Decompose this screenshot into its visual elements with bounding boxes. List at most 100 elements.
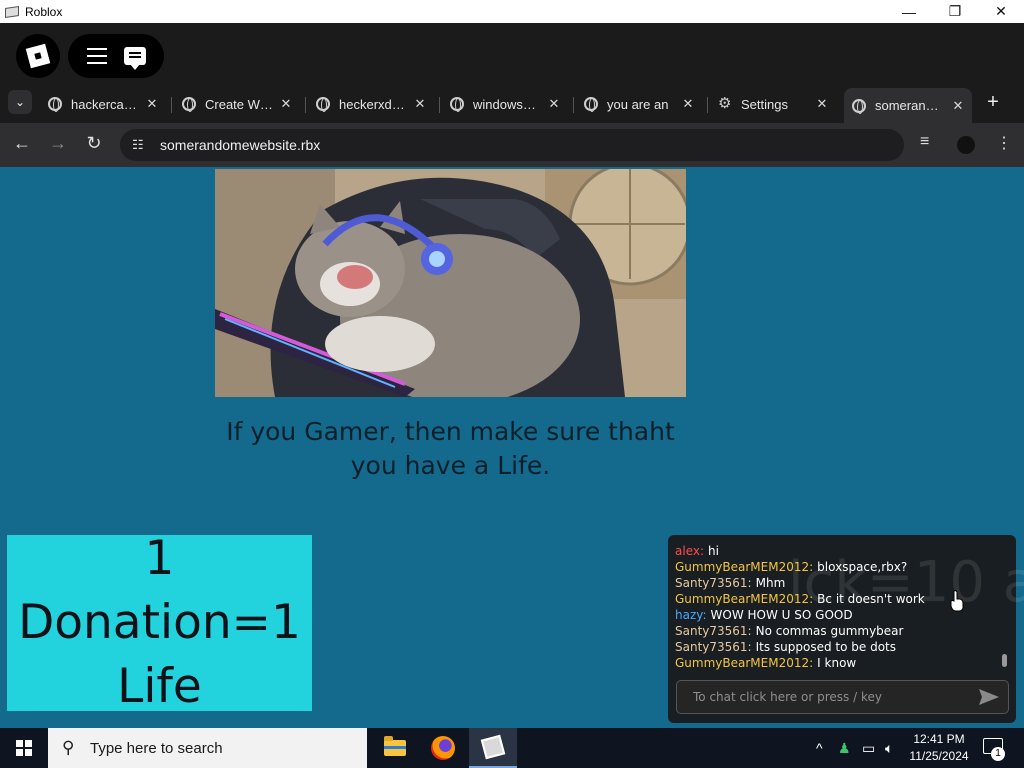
donation-banner: 1 Donation=1 Life (7, 531, 312, 714)
taskbar-clock[interactable]: 12:41 PM 11/25/2024 (906, 731, 972, 765)
tab-close-icon[interactable]: ✕ (412, 96, 428, 112)
roblox-app-icon (5, 5, 19, 18)
chat-input-box[interactable] (676, 680, 1009, 714)
tab-separator (439, 97, 440, 113)
hamburger-menu-icon[interactable] (86, 48, 107, 64)
chat-scrollbar[interactable] (1002, 654, 1007, 667)
clock-date: 11/25/2024 (909, 749, 969, 763)
chat-input-field[interactable] (677, 690, 978, 704)
globe-icon (450, 97, 464, 112)
browser-toolbar: ← → ↻ ☷ somerandomewebsite.rbx ≡ ⋮ (0, 123, 1024, 167)
firefox-taskbar-button[interactable] (419, 728, 467, 768)
tab-somerandom-active[interactable]: someran… ✕ (844, 88, 972, 123)
chat-username[interactable]: Santy73561: (675, 576, 752, 590)
tab-separator (707, 97, 708, 113)
tab-label: Create W… (205, 96, 273, 112)
chat-text: No commas gummybear (755, 624, 904, 638)
roblox-controls-pill (68, 34, 164, 78)
chat-text: hi (708, 544, 719, 558)
gamer-cat-image (215, 169, 686, 397)
chat-username[interactable]: hazy: (675, 608, 707, 622)
more-menu-icon[interactable]: ⋮ (996, 133, 1012, 153)
new-tab-plus-icon[interactable]: + (982, 91, 1004, 114)
chat-message: GummyBearMEM2012: bloxspace,rbx? (675, 559, 1001, 575)
window-title: Roblox (25, 4, 63, 19)
globe-icon (182, 97, 196, 112)
tab-search-dropdown-icon[interactable]: ⌄ (8, 90, 32, 114)
address-bar[interactable]: ☷ somerandomewebsite.rbx (120, 129, 904, 161)
chat-username[interactable]: GummyBearMEM2012: (675, 592, 813, 606)
chat-username[interactable]: GummyBearMEM2012: (675, 656, 813, 670)
chat-message: GummyBearMEM2012: I know (675, 655, 1001, 671)
chat-message: alex: hi (675, 543, 1001, 559)
tab-close-icon[interactable]: ✕ (950, 98, 966, 114)
chat-text: WOW HOW U SO GOOD (710, 608, 853, 622)
windows-taskbar: ⚲ Type here to search ^ ♟ ▭ 🔈︎ 12:41 PM … (0, 728, 1024, 768)
send-icon[interactable] (978, 688, 1000, 706)
url-text: somerandomewebsite.rbx (160, 137, 321, 153)
firefox-icon (431, 736, 455, 760)
network-icon[interactable]: ▭ (862, 728, 875, 768)
reload-icon[interactable]: ↻ (83, 133, 105, 154)
volume-icon[interactable]: 🔈︎ (885, 728, 893, 768)
chat-message: Santy73561: No commas gummybear (675, 623, 1001, 639)
roblox-menu-button[interactable] (16, 34, 60, 78)
chat-username[interactable]: Santy73561: (675, 624, 752, 638)
media-controls-icon[interactable]: ≡ (920, 133, 929, 151)
minimize-button[interactable]: — (886, 0, 932, 23)
globe-icon (48, 97, 62, 112)
hand-cursor-icon (950, 590, 964, 612)
tab-close-icon[interactable]: ✕ (680, 96, 696, 112)
tab-close-icon[interactable]: ✕ (278, 96, 294, 112)
window-title-bar: Roblox — ❐ ✕ (0, 0, 1024, 23)
page-caption: If you Gamer, then make sure thaht you h… (226, 417, 675, 480)
show-hidden-icons-chevron[interactable]: ^ (816, 728, 823, 768)
restore-button[interactable]: ❐ (932, 0, 978, 23)
chat-text: Bc it doesn't work (817, 592, 925, 606)
tab-heckerxd[interactable]: heckerxd… ✕ (308, 88, 434, 120)
forward-arrow-icon[interactable]: → (47, 133, 69, 154)
tab-separator (305, 97, 306, 113)
globe-icon (316, 97, 330, 112)
profile-avatar-icon[interactable] (957, 136, 975, 154)
roblox-icon (480, 734, 506, 760)
tab-label: windows… (473, 96, 536, 112)
chat-toggle-icon[interactable] (123, 47, 146, 70)
tab-windows[interactable]: windows… ✕ (442, 88, 568, 120)
taskbar-search-box[interactable]: ⚲ Type here to search (48, 728, 367, 768)
tab-label: hackerca… (71, 96, 137, 112)
chat-text: Its supposed to be dots (755, 640, 897, 654)
windows-logo-icon (16, 740, 32, 756)
user-status-icon[interactable]: ♟ (838, 728, 851, 768)
tab-close-icon[interactable]: ✕ (814, 96, 830, 112)
folder-icon (384, 736, 406, 756)
tab-settings[interactable]: ⚙ Settings ✕ (710, 88, 836, 120)
clock-time: 12:41 PM (913, 732, 965, 746)
roblox-taskbar-button[interactable] (469, 728, 517, 768)
tab-close-icon[interactable]: ✕ (144, 96, 160, 112)
file-explorer-taskbar-button[interactable] (371, 728, 419, 768)
chat-username[interactable]: alex: (675, 544, 704, 558)
tab-separator (171, 97, 172, 113)
tab-label: heckerxd… (339, 96, 405, 112)
chat-username[interactable]: Santy73561: (675, 640, 752, 654)
tab-separator (573, 97, 574, 113)
chat-message: Santy73561: Mhm (675, 575, 1001, 591)
roblox-chat-window: lck=10 aura alex:hi GummyBearMEM2012:blo… (668, 535, 1024, 723)
tab-hackerca[interactable]: hackerca… ✕ (40, 88, 166, 120)
tab-label: someran… (875, 98, 939, 113)
chat-message: Santy73561: Its supposed to be dots (675, 639, 1001, 655)
tab-create-w[interactable]: Create W… ✕ (174, 88, 300, 120)
tab-close-icon[interactable]: ✕ (546, 96, 562, 112)
tab-you-are-an[interactable]: you are an ✕ (576, 88, 702, 120)
chat-username[interactable]: GummyBearMEM2012: (675, 560, 813, 574)
close-window-button[interactable]: ✕ (978, 0, 1024, 23)
chat-text: Mhm (755, 576, 786, 590)
start-button[interactable] (0, 728, 48, 768)
browser-tab-strip: ⌄ hackerca… ✕ Create W… ✕ heckerxd… ✕ wi… (0, 85, 1024, 123)
site-settings-icon[interactable]: ☷ (132, 137, 148, 153)
back-arrow-icon[interactable]: ← (11, 133, 33, 154)
roblox-top-bar (0, 23, 1024, 85)
globe-icon (852, 98, 866, 114)
gear-icon: ⚙ (718, 95, 732, 112)
